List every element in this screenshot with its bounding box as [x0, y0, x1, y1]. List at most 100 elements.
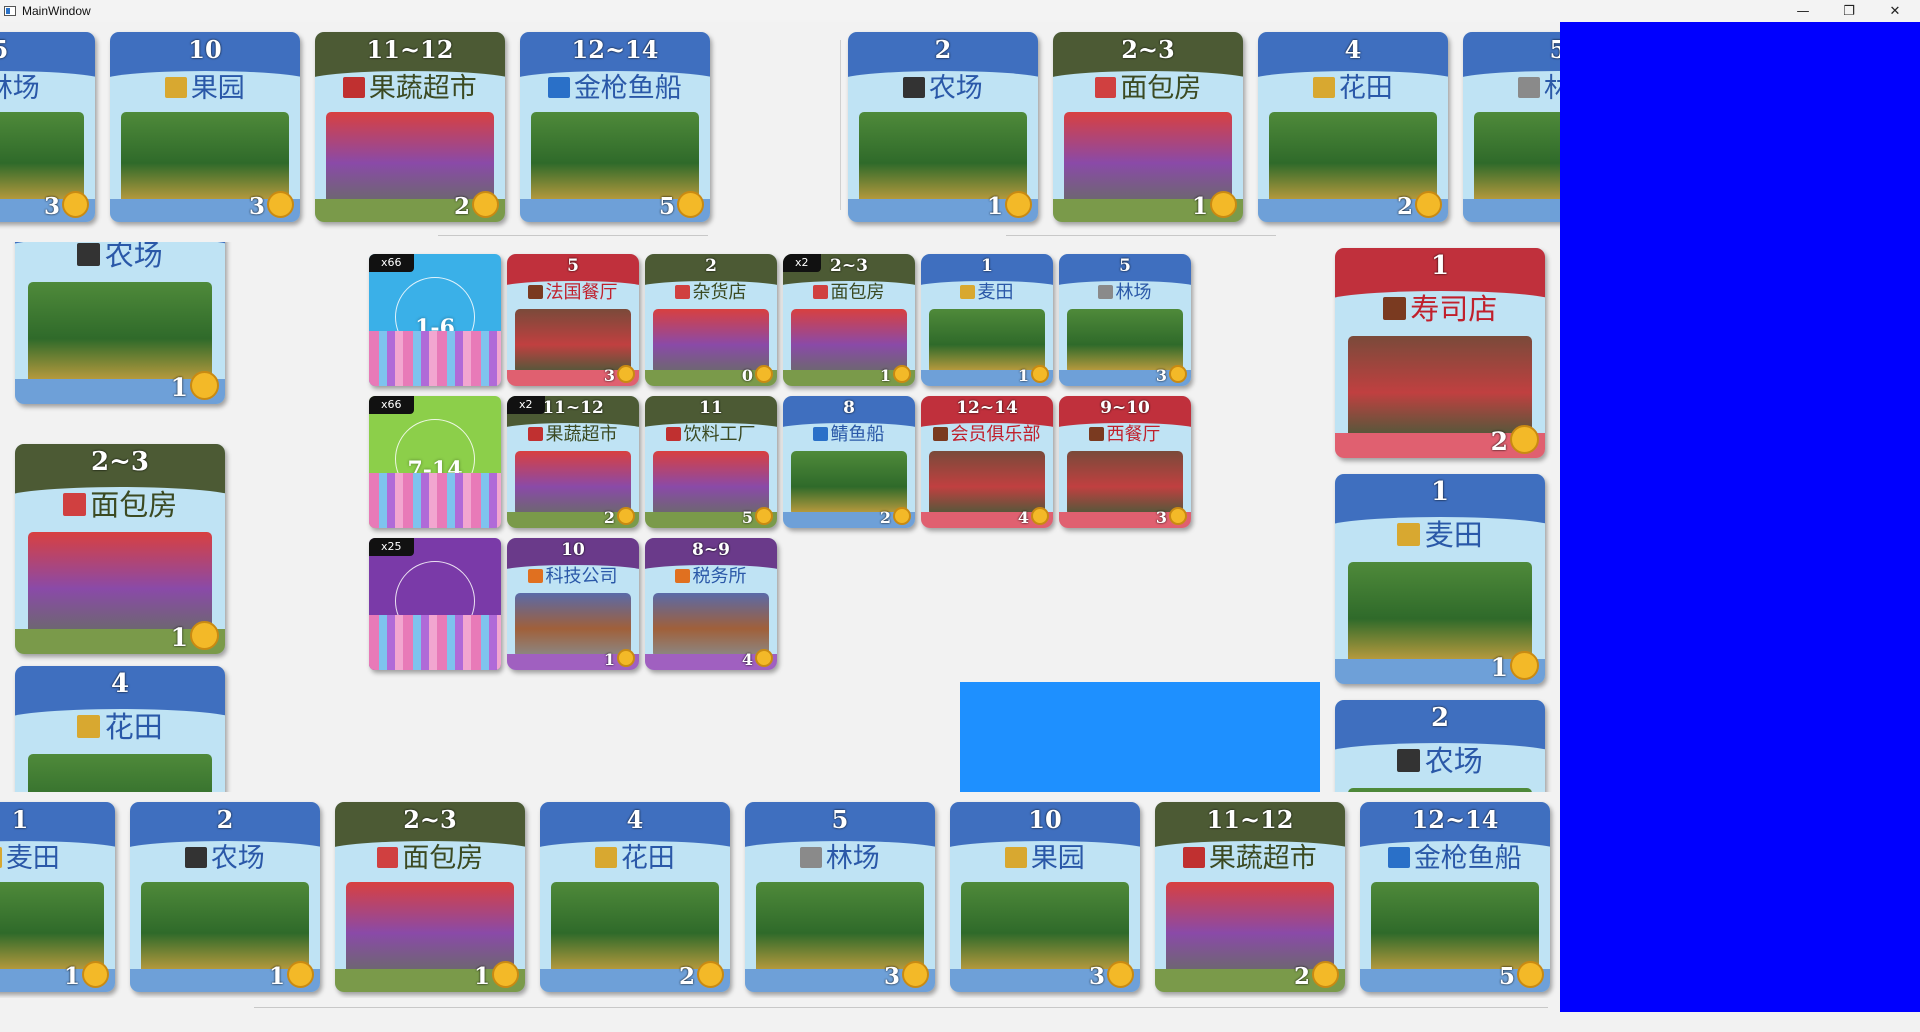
card-cost: 2: [678, 963, 695, 990]
card[interactable]: 2~3 面包房 1: [1053, 32, 1243, 222]
card[interactable]: 4 花田: [15, 666, 225, 792]
card-illustration: [27, 532, 213, 636]
card-cost: 2: [879, 508, 891, 527]
card[interactable]: 2 杂货店 0: [645, 254, 777, 386]
coin-icon: [1169, 507, 1187, 525]
stack-count: x25: [369, 538, 414, 556]
card[interactable]: 4 花田 2: [540, 802, 730, 992]
card[interactable]: 11~12 果蔬超市 2: [315, 32, 505, 222]
card-name-text: 农场: [928, 73, 983, 104]
card[interactable]: 2农场1: [15, 242, 225, 404]
card-name-text: 果园: [1030, 843, 1085, 874]
card[interactable]: 12~14 金枪鱼船 5: [520, 32, 710, 222]
card-name-text: 农场: [210, 843, 265, 874]
divider: [840, 40, 841, 210]
card[interactable]: 11~12 果蔬超市 2 x2: [507, 396, 639, 528]
stack-count: x2: [507, 396, 545, 414]
tower-icon: [528, 568, 543, 583]
card[interactable]: 9~10 西餐厅 3: [1059, 396, 1191, 528]
card[interactable]: 5林场3: [745, 802, 935, 992]
restore-button[interactable]: ❐: [1826, 0, 1872, 22]
coin-icon: [893, 365, 911, 383]
card-illustration: [531, 111, 699, 205]
card[interactable]: 2 农场 1: [130, 802, 320, 992]
card[interactable]: 2~3 面包房 1: [335, 802, 525, 992]
landmark-stack[interactable]: x25: [369, 538, 501, 670]
window-title: MainWindow: [22, 4, 91, 18]
coin-icon: [617, 507, 635, 525]
card[interactable]: 2~3 面包房 1: [15, 444, 225, 654]
card-activation: 11~12: [1206, 805, 1294, 834]
card[interactable]: 8 鲭鱼船 2: [783, 396, 915, 528]
card-name: 农场: [15, 242, 225, 274]
card[interactable]: 12~14 金枪鱼船 5: [1360, 802, 1550, 992]
card-activation: 5: [0, 35, 95, 64]
card-name: 科技公司: [507, 562, 639, 588]
card[interactable]: 5林场3: [1463, 32, 1560, 222]
card-cost: 2: [453, 193, 470, 220]
card[interactable]: 1 麦田 1: [1335, 474, 1545, 684]
card-name: 农场: [848, 66, 1038, 105]
card[interactable]: 2农场1: [848, 32, 1038, 222]
card[interactable]: 10 科技公司 1: [507, 538, 639, 670]
gear-icon: [1098, 284, 1113, 299]
card-name: 花田: [540, 836, 730, 875]
card[interactable]: 4 花田 2: [1258, 32, 1448, 222]
landmark-stack[interactable]: x66 7-14: [369, 396, 501, 528]
card-name: 会员俱乐部: [921, 420, 1053, 446]
minimize-button[interactable]: —: [1780, 0, 1826, 22]
coin-icon: [902, 961, 929, 988]
card-name: 面包房: [1053, 66, 1243, 105]
card-activation: 1: [11, 805, 29, 834]
coin-icon: [472, 191, 499, 218]
card-name: 杂货店: [645, 278, 777, 304]
card-name-text: 寿司店: [1410, 292, 1498, 326]
opponent-cards-top-right: 2农场12~3面包房14花田25林场3: [842, 22, 1560, 232]
card[interactable]: 2 农场: [1335, 700, 1545, 792]
card-name: 果蔬超市: [1155, 836, 1345, 875]
card-name: 麦田: [0, 836, 115, 875]
card-illustration: [1066, 451, 1184, 517]
card-activation: 12~14: [571, 35, 659, 64]
card-illustration: [27, 282, 213, 386]
wheat-icon: [1005, 846, 1027, 869]
card-illustration: [346, 881, 514, 975]
card-name-text: 法国餐厅: [545, 282, 618, 303]
card-activation: 2: [216, 805, 234, 834]
card-cost: 2: [1490, 427, 1508, 456]
card-activation: 2: [1430, 703, 1450, 733]
card[interactable]: 5 法国餐厅 3: [507, 254, 639, 386]
shop-icon: [1094, 76, 1117, 99]
card[interactable]: 1 麦田 1: [921, 254, 1053, 386]
coin-icon: [893, 507, 911, 525]
close-button[interactable]: ✕: [1872, 0, 1918, 22]
coin-icon: [1169, 365, 1187, 383]
card[interactable]: 1 麦田 1: [0, 802, 115, 992]
card[interactable]: 10 果园 3: [110, 32, 300, 222]
city-skyline: [369, 614, 501, 670]
card-activation: 5: [567, 256, 579, 276]
cow-icon: [903, 76, 925, 99]
card-cost: 4: [1017, 508, 1029, 527]
card[interactable]: 11~12 果蔬超市 2: [1155, 802, 1345, 992]
card-activation: 4: [110, 669, 130, 699]
divider: [1006, 235, 1276, 236]
card[interactable]: 11 饮料工厂 5: [645, 396, 777, 528]
card[interactable]: 5林场3: [0, 32, 95, 222]
card[interactable]: 12~14 会员俱乐部 4: [921, 396, 1053, 528]
card[interactable]: 8~9 税务所 4: [645, 538, 777, 670]
card[interactable]: 5林场3: [1059, 254, 1191, 386]
card-activation: 2: [934, 35, 952, 64]
card-name: 金枪鱼船: [520, 66, 710, 105]
landmark-stack[interactable]: x66 1-6: [369, 254, 501, 386]
card-cost: 1: [268, 963, 285, 990]
card[interactable]: 10 果园 3: [950, 802, 1140, 992]
card-name: 面包房: [335, 836, 525, 875]
card[interactable]: 1 寿司店 2: [1335, 248, 1545, 458]
opponent-cards-left: 2农场1 2~3面包房14花田: [0, 242, 240, 792]
stack-count: x2: [783, 254, 821, 272]
card-illustration: [756, 881, 924, 975]
card[interactable]: 2~3 面包房 1 x2: [783, 254, 915, 386]
coin-icon: [267, 191, 294, 218]
coin-icon: [1031, 365, 1049, 383]
